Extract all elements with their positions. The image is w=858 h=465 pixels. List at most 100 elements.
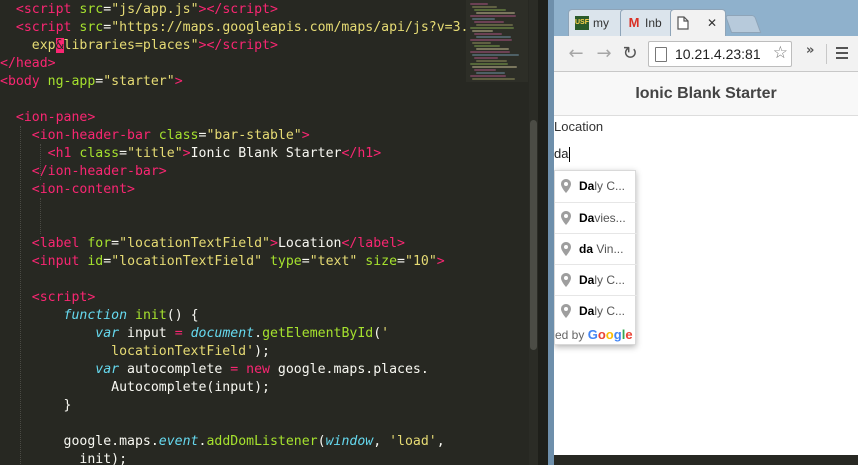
- code-line[interactable]: Autocomplete(input);: [0, 379, 270, 397]
- autocomplete-match: Da: [579, 273, 595, 287]
- code-line[interactable]: google.maps.event.addDomListener(window,…: [0, 433, 445, 451]
- code-line[interactable]: </ion-header-bar>: [0, 163, 167, 181]
- indent-guide: [40, 198, 41, 234]
- extensions-overflow-icon[interactable]: »: [806, 43, 814, 58]
- code-line[interactable]: <script>: [0, 289, 96, 307]
- tab-close-icon[interactable]: ✕: [707, 16, 717, 30]
- code-token: =: [111, 236, 120, 251]
- autocomplete-item[interactable]: da Vin...: [555, 233, 637, 264]
- code-line[interactable]: </head>: [0, 55, 56, 73]
- code-token: .: [254, 326, 263, 341]
- code-token: >: [127, 182, 135, 197]
- tab-usf[interactable]: USF my: [568, 9, 628, 36]
- code-token: "starter": [103, 74, 175, 89]
- autocomplete-text: Davies...: [579, 211, 626, 225]
- autocomplete-item[interactable]: Daly C...: [555, 295, 637, 326]
- code-line[interactable]: <h1 class="title">Ionic Blank Starter</h…: [0, 145, 382, 163]
- autocomplete-rest: ly C...: [594, 179, 626, 193]
- minimap-line: [470, 15, 516, 17]
- code-line[interactable]: exp&libraries=places"></script>: [0, 37, 278, 55]
- location-label: Location: [554, 119, 604, 134]
- menu-icon[interactable]: [836, 47, 848, 59]
- code-token: type: [262, 254, 302, 269]
- minimap[interactable]: [466, 0, 528, 82]
- code-editor[interactable]: <script src="js/app.js"></script> <scrip…: [0, 0, 548, 465]
- code-token: autocomplete: [119, 362, 231, 377]
- page-info-icon[interactable]: [655, 47, 667, 62]
- back-icon[interactable]: ←: [564, 42, 588, 66]
- code-token: Location: [277, 236, 342, 251]
- autocomplete-match: Da: [579, 304, 595, 318]
- minimap-line: [474, 9, 506, 11]
- code-token: >: [269, 236, 278, 251]
- code-token: >: [301, 128, 310, 143]
- code-line[interactable]: <script src="js/app.js"></script>: [0, 1, 278, 19]
- editor-scrollbar[interactable]: [529, 0, 538, 465]
- code-token: >: [270, 38, 278, 53]
- address-bar[interactable]: 10.21.4.23:81 ☆: [648, 41, 792, 67]
- minimap-line: [472, 54, 519, 56]
- code-line[interactable]: var autocomplete = new google.maps.place…: [0, 361, 429, 379]
- code-token: src: [71, 2, 104, 17]
- autocomplete-match: da: [579, 242, 594, 256]
- minimap-line: [476, 12, 515, 14]
- map-pin-icon: [561, 211, 571, 225]
- code-token: >: [47, 56, 56, 71]
- autocomplete-item[interactable]: Daly C...: [555, 171, 637, 202]
- code-line[interactable]: <input id="locationTextField" type="text…: [0, 253, 445, 271]
- code-line[interactable]: <script src="https://maps.googleapis.com…: [0, 19, 469, 37]
- autocomplete-match: Da: [579, 179, 595, 193]
- code-token: =: [103, 254, 112, 269]
- powered-by-google: ed by Google: [555, 326, 637, 346]
- minimap-line: [474, 57, 498, 59]
- autocomplete-item[interactable]: Davies...: [555, 202, 637, 233]
- code-token: <ion-header-bar: [0, 128, 151, 143]
- code-area[interactable]: <script src="js/app.js"></script> <scrip…: [0, 0, 470, 465]
- autocomplete-rest: ly C...: [594, 273, 626, 287]
- code-token: google.maps.places.: [269, 362, 429, 377]
- tab-inbox[interactable]: M Inb: [620, 9, 674, 36]
- code-token: "text": [309, 254, 358, 269]
- powered-by-text: ed by: [555, 328, 588, 342]
- code-line[interactable]: <label for="locationTextField">Location<…: [0, 235, 405, 253]
- code-line[interactable]: }: [0, 397, 72, 415]
- code-line[interactable]: <ion-pane>: [0, 109, 95, 127]
- new-tab-button[interactable]: [724, 15, 762, 33]
- minimap-line: [470, 39, 512, 41]
- autocomplete-match: Da: [579, 211, 595, 225]
- autocomplete-rest: vies...: [594, 211, 626, 225]
- editor-scrollbar-thumb[interactable]: [530, 120, 537, 350]
- code-token: >: [182, 146, 191, 161]
- google-logo-letter: G: [587, 327, 598, 342]
- code-line[interactable]: function init() {: [0, 307, 199, 325]
- google-logo-letter: o: [605, 327, 614, 342]
- code-token: Ionic Blank Starter: [190, 146, 342, 161]
- code-token: =: [397, 254, 405, 269]
- google-logo-letter: o: [597, 327, 606, 342]
- code-token: addDomListener: [206, 434, 318, 449]
- code-token: >: [436, 254, 445, 269]
- code-line[interactable]: <ion-header-bar class="bar-stable">: [0, 127, 310, 145]
- code-token: "https://maps.googleapis.com/maps/api/js…: [111, 20, 469, 35]
- autocomplete-text: Daly C...: [579, 273, 625, 287]
- code-token: () {: [166, 308, 199, 323]
- code-token: >: [373, 146, 382, 161]
- google-logo: Google: [588, 327, 633, 342]
- code-token: var: [95, 362, 120, 377]
- code-line[interactable]: locationTextField');: [0, 343, 270, 361]
- forward-icon[interactable]: →: [592, 42, 616, 66]
- code-line[interactable]: <body ng-app="starter">: [0, 73, 183, 91]
- bookmark-star-icon[interactable]: ☆: [770, 43, 788, 63]
- code-line[interactable]: var input = document.getElementById(': [0, 325, 389, 343]
- code-token: exp: [0, 38, 56, 53]
- code-token: document: [182, 326, 255, 341]
- autocomplete-item[interactable]: Daly C...: [555, 264, 637, 295]
- autocomplete-rest: Vin...: [593, 242, 624, 256]
- code-token: ,: [373, 434, 390, 449]
- code-token: ': [381, 326, 390, 341]
- tab-strip: USF my M Inb ✕: [554, 0, 858, 36]
- tab-active[interactable]: ✕: [670, 9, 726, 36]
- reload-icon[interactable]: ↻: [618, 42, 642, 66]
